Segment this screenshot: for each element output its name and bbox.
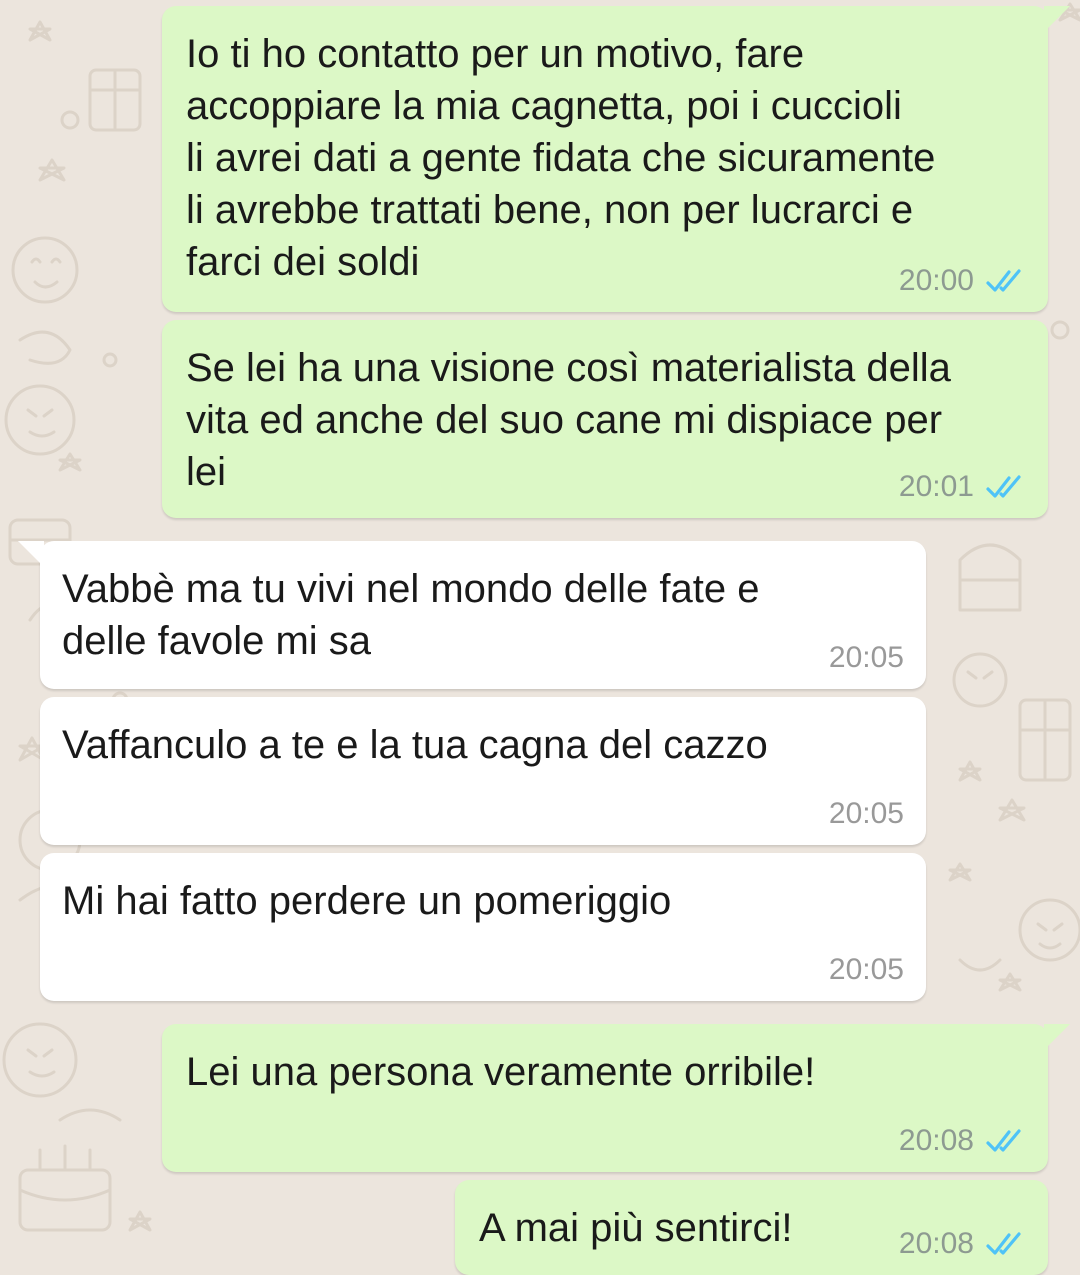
message-time: 20:05 <box>828 641 904 674</box>
message-meta: 20:01 <box>899 470 1026 504</box>
bubble-tail <box>18 541 44 567</box>
message-meta: 20:05 <box>829 641 904 675</box>
message-time: 20:05 <box>828 953 904 986</box>
message-text: Vaffanculo a te e la tua cagna del cazzo <box>62 723 768 767</box>
incoming-message[interactable]: Vabbè ma tu vivi nel mondo delle fate e … <box>18 541 926 689</box>
outgoing-message[interactable]: Se lei ha una visione così materialista … <box>162 320 1048 518</box>
message-time: 20:00 <box>898 264 974 297</box>
message-text: Io ti ho contatto per un motivo, fare ac… <box>186 32 936 284</box>
bubble-tail <box>1044 1024 1070 1050</box>
message-meta: 20:05 <box>829 797 904 831</box>
message-time: 20:01 <box>898 470 974 503</box>
message-time: 20:08 <box>898 1124 974 1157</box>
double-check-read-icon <box>986 475 1021 498</box>
outgoing-message[interactable]: A mai più sentirci! 20:08 <box>455 1180 1048 1275</box>
double-check-read-icon <box>986 1232 1021 1255</box>
incoming-message[interactable]: Vaffanculo a te e la tua cagna del cazzo… <box>40 697 926 845</box>
message-text: Vabbè ma tu vivi nel mondo delle fate e … <box>62 567 760 663</box>
outgoing-message[interactable]: Io ti ho contatto per un motivo, fare ac… <box>162 6 1070 312</box>
double-check-read-icon <box>986 269 1021 292</box>
message-text: Mi hai fatto perdere un pomeriggio <box>62 879 672 923</box>
message-text: Lei una persona veramente orribile! <box>186 1050 816 1094</box>
outgoing-message[interactable]: Lei una persona veramente orribile! 20:0… <box>162 1024 1070 1172</box>
bubble-tail <box>1044 6 1070 32</box>
message-text: A mai più sentirci! <box>479 1206 793 1250</box>
message-meta: 20:08 <box>899 1227 1026 1261</box>
message-list[interactable]: Io ti ho contatto per un motivo, fare ac… <box>0 0 1080 1275</box>
double-check-read-icon <box>986 1129 1021 1152</box>
message-time: 20:05 <box>828 797 904 830</box>
incoming-message[interactable]: Mi hai fatto perdere un pomeriggio 20:05 <box>40 853 926 1001</box>
message-meta: 20:08 <box>899 1124 1026 1158</box>
message-meta: 20:05 <box>829 953 904 987</box>
message-meta: 20:00 <box>899 264 1026 298</box>
message-time: 20:08 <box>898 1227 974 1260</box>
